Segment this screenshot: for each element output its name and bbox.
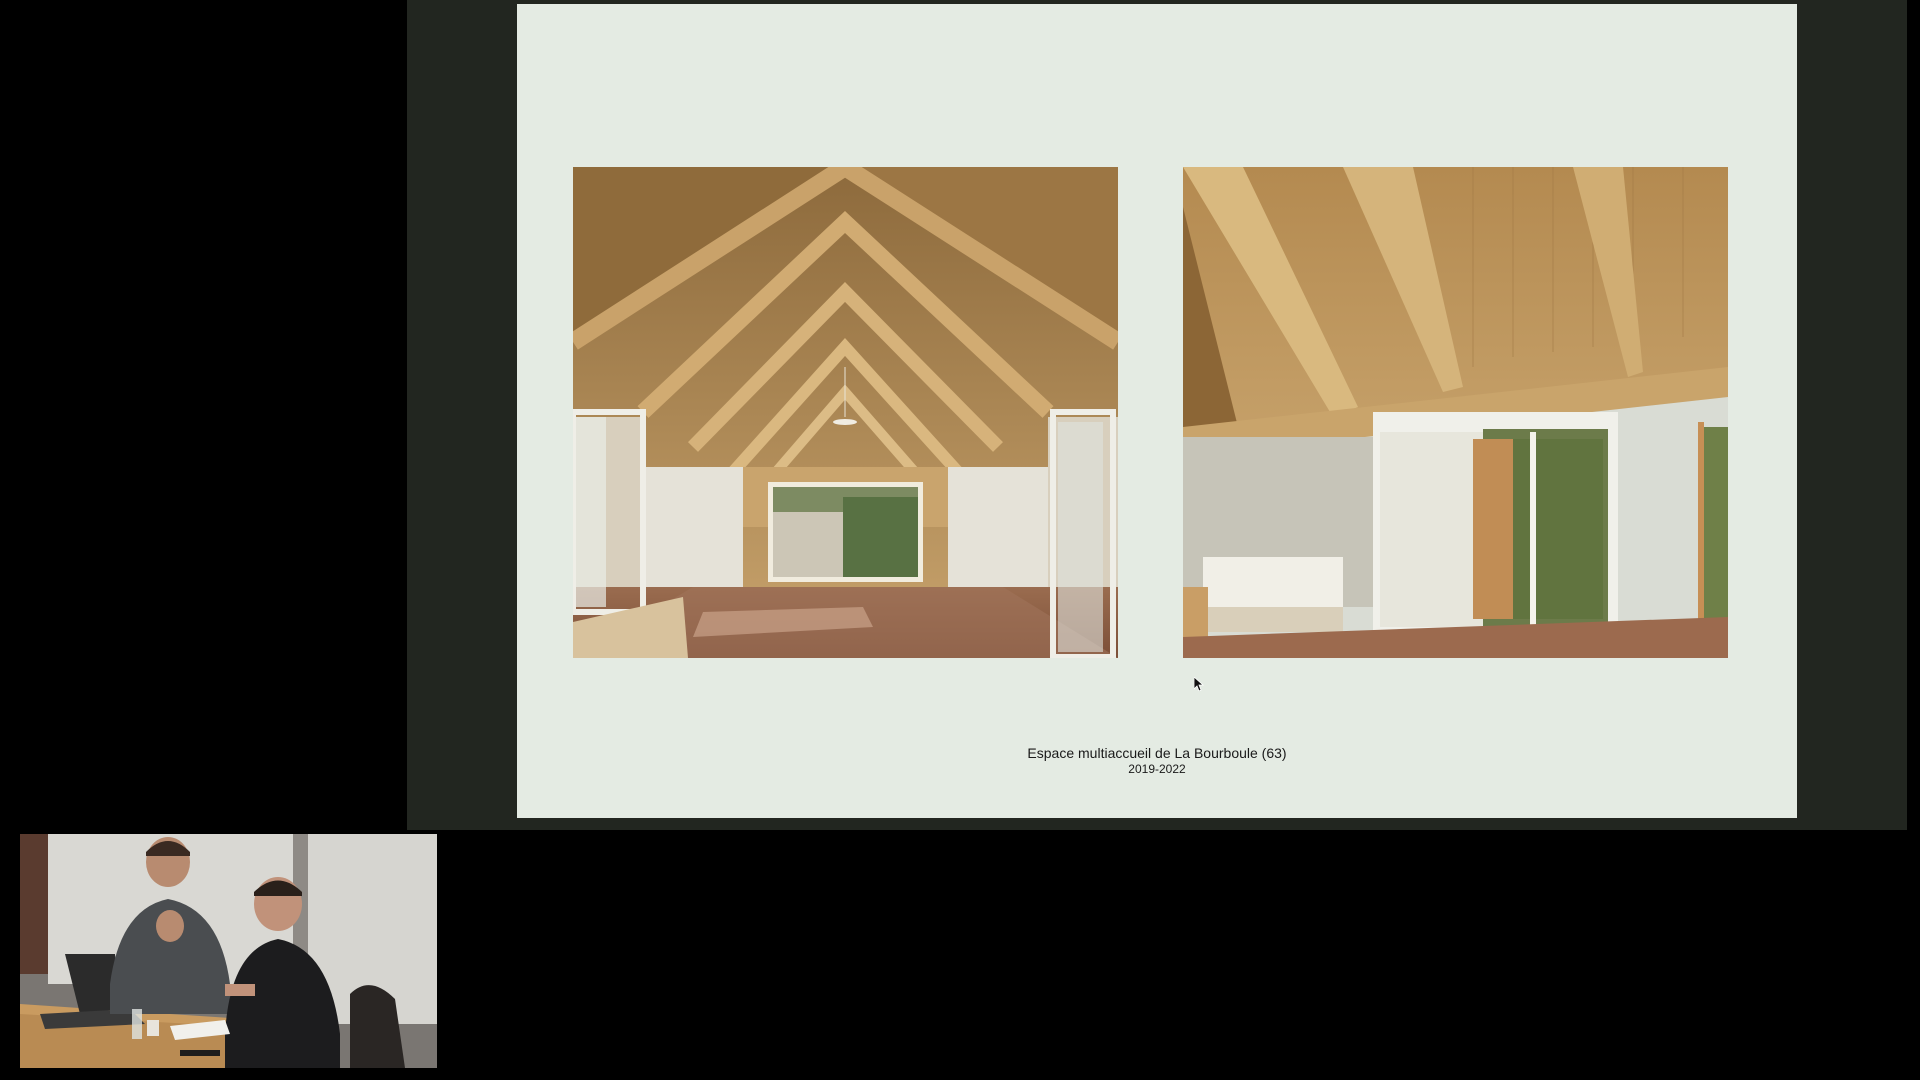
mouse-cursor-icon — [1194, 677, 1204, 691]
caption-title: Espace multiaccueil de La Bourboule (63) — [1027, 745, 1287, 761]
presentation-frame: Espace multiaccueil de La Bourboule (63)… — [407, 0, 1907, 830]
webcam-feed — [20, 834, 437, 1068]
caption-years: 2019-2022 — [1128, 762, 1186, 776]
photo-interior-corner — [1183, 167, 1728, 658]
slide: Espace multiaccueil de La Bourboule (63)… — [517, 4, 1797, 818]
photo-interior-gable — [573, 167, 1118, 658]
slide-caption: Espace multiaccueil de La Bourboule (63)… — [517, 745, 1797, 776]
screen: Espace multiaccueil de La Bourboule (63)… — [0, 0, 1920, 1080]
